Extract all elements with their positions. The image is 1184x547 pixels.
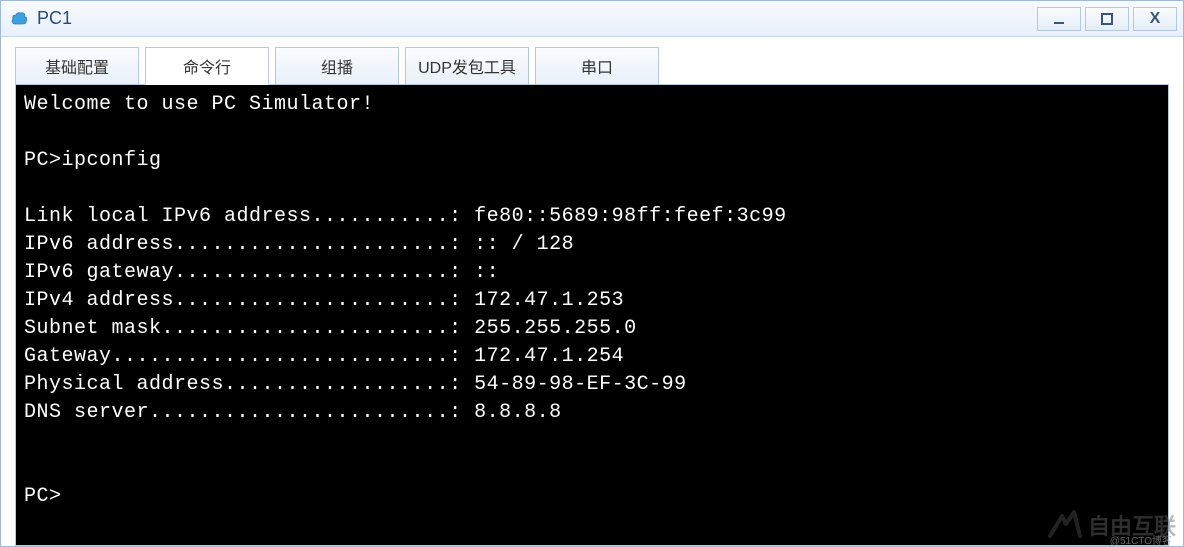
subnet-value: 255.255.255.0 — [474, 317, 637, 340]
terminal-welcome: Welcome to use PC Simulator! — [24, 93, 374, 116]
linklocal-value: fe80::5689:98ff:feef:3c99 — [474, 205, 787, 228]
content-area: 基础配置 命令行 组播 UDP发包工具 串口 Welcome to use PC… — [1, 37, 1183, 546]
titlebar: PC1 X — [1, 1, 1183, 37]
ipv6gw-value: :: — [474, 261, 499, 284]
maximize-icon — [1100, 12, 1114, 26]
terminal-prompt-empty: PC> — [24, 485, 62, 508]
watermark-sub: @51CTO博客 — [1110, 532, 1172, 547]
terminal-output[interactable]: Welcome to use PC Simulator! PC>ipconfig… — [15, 84, 1169, 546]
ipv6addr-label: IPv6 address......................: — [24, 233, 474, 256]
tab-bar: 基础配置 命令行 组播 UDP发包工具 串口 — [15, 47, 1169, 85]
ipv4addr-value: 172.47.1.253 — [474, 289, 624, 312]
window-controls: X — [1037, 7, 1177, 31]
ipv6gw-label: IPv6 gateway......................: — [24, 261, 474, 284]
maximize-button[interactable] — [1085, 7, 1129, 31]
gateway-label: Gateway...........................: — [24, 345, 474, 368]
tab-command-line[interactable]: 命令行 — [145, 47, 269, 85]
gateway-value: 172.47.1.254 — [474, 345, 624, 368]
ipv4addr-label: IPv4 address......................: — [24, 289, 474, 312]
subnet-label: Subnet mask.......................: — [24, 317, 474, 340]
tab-basic-config[interactable]: 基础配置 — [15, 47, 139, 85]
tab-multicast[interactable]: 组播 — [275, 47, 399, 85]
mac-label: Physical address..................: — [24, 373, 474, 396]
tab-serial[interactable]: 串口 — [535, 47, 659, 85]
close-icon: X — [1150, 10, 1161, 28]
app-icon — [9, 9, 29, 29]
close-button[interactable]: X — [1133, 7, 1177, 31]
dns-value: 8.8.8.8 — [474, 401, 562, 424]
linklocal-label: Link local IPv6 address...........: — [24, 205, 474, 228]
app-window: PC1 X 基础配置 命令行 组播 UDP发包工具 串口 Welcome to … — [0, 0, 1184, 547]
watermark-icon — [1046, 510, 1082, 540]
minimize-icon — [1052, 12, 1066, 26]
mac-value: 54-89-98-EF-3C-99 — [474, 373, 687, 396]
window-title: PC1 — [37, 8, 1037, 29]
ipv6addr-value: :: / 128 — [474, 233, 574, 256]
dns-label: DNS server........................: — [24, 401, 474, 424]
terminal-prompt-ipconfig: PC>ipconfig — [24, 149, 162, 172]
tab-udp-tool[interactable]: UDP发包工具 — [405, 47, 529, 85]
minimize-button[interactable] — [1037, 7, 1081, 31]
